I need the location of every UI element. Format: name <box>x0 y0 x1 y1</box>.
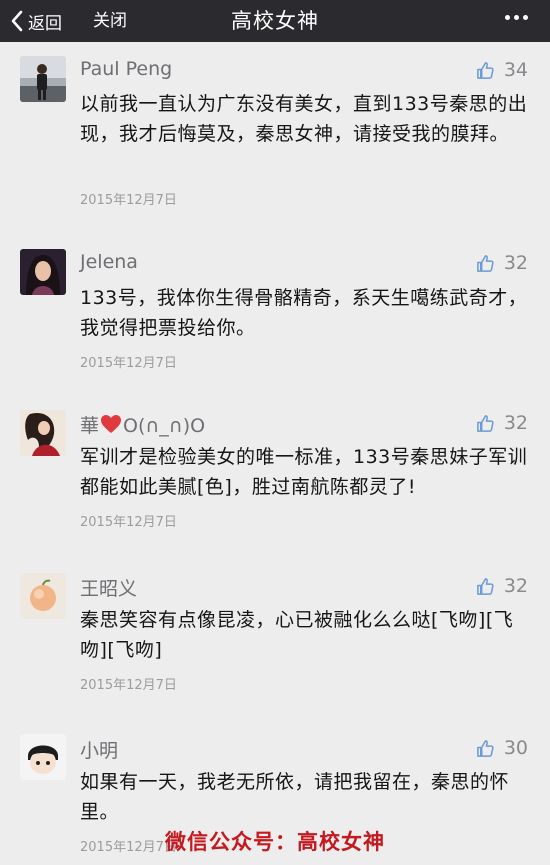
avatar[interactable] <box>20 249 66 295</box>
like-button[interactable]: 32 <box>476 412 528 434</box>
author-name-text: 華 <box>80 415 100 437</box>
comment-date: 2015年12月7日 <box>80 678 177 693</box>
thumbs-up-icon <box>476 414 494 432</box>
like-count: 30 <box>503 737 528 759</box>
avatar[interactable] <box>20 573 66 619</box>
comment-author: Paul Peng <box>80 58 173 80</box>
watermark-text: 微信公众号：高校女神 <box>165 830 385 854</box>
comment-text: 133号，我体你生得骨骼精奇，系天生噶练武奇才，我觉得把票投给你。 <box>80 287 528 339</box>
avatar[interactable] <box>20 56 66 102</box>
like-count: 32 <box>503 252 528 274</box>
top-nav-bar: 返回 关闭 高校女神 <box>0 0 550 42</box>
comment-author: 華 O(∩_∩)O <box>80 411 205 438</box>
comment-text: 如果有一天，我老无所依，请把我留在，秦思的怀里。 <box>80 771 510 823</box>
more-dots-icon[interactable] <box>505 15 528 20</box>
thumbs-up-icon <box>476 61 494 79</box>
comment-date: 2015年12月7日 <box>80 193 177 208</box>
comment-text: 军训才是检验美女的唯一标准，133号秦思妹子军训都能如此美腻[色]，胜过南航陈都… <box>80 446 528 498</box>
thumbs-up-icon <box>476 739 494 757</box>
heart-icon <box>101 415 122 433</box>
comment-author: 王昭义 <box>80 578 138 600</box>
comment-author: 小明 <box>80 740 119 762</box>
avatar[interactable] <box>20 410 66 456</box>
avatar[interactable] <box>20 734 66 780</box>
like-button[interactable]: 30 <box>476 737 528 759</box>
like-button[interactable]: 34 <box>476 59 528 81</box>
like-button[interactable]: 32 <box>476 252 528 274</box>
like-count: 34 <box>503 59 528 81</box>
thumbs-up-icon <box>476 577 494 595</box>
comment-date: 2015年12月7日 <box>80 356 177 371</box>
page-title: 高校女神 <box>231 9 319 33</box>
comment-text: 以前我一直认为广东没有美女，直到133号秦思的出现，我才后悔莫及，秦思女神，请接… <box>80 93 528 145</box>
author-name-suffix: O(∩_∩)O <box>123 415 206 437</box>
like-count: 32 <box>503 412 528 434</box>
comment-text: 秦思笑容有点像昆凌，心已被融化么么哒[飞吻][飞吻][飞吻] <box>80 609 514 661</box>
like-count: 32 <box>503 575 528 597</box>
like-button[interactable]: 32 <box>476 575 528 597</box>
comment-author: Jelena <box>80 251 138 273</box>
thumbs-up-icon <box>476 254 494 272</box>
comment-date: 2015年12月7日 <box>80 515 177 530</box>
